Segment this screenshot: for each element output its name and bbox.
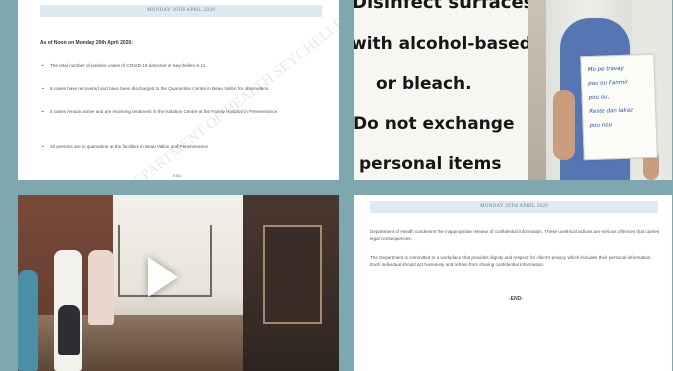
person-figure-2-skirt: [58, 305, 80, 355]
sign-line-4: Reste dan lakaz: [589, 107, 634, 116]
nurse-photo: Mo pe travay pou ou Fanmir pou ou, Reste…: [528, 0, 672, 180]
handwritten-sign: Mo pe travay pou ou Fanmir pou ou, Reste…: [580, 53, 658, 161]
media-tile-2-photo[interactable]: Disinfect surfaces with alcohol-based or…: [354, 0, 672, 180]
nurse-arm: [553, 90, 575, 160]
sign-line-3: pou ou,: [588, 94, 610, 102]
poster-line-3: or bleach.: [376, 74, 472, 94]
document-bullet-2: 6 cases have recovered and have been dis…: [42, 85, 322, 92]
person-figure-1: [18, 270, 38, 371]
poster-line-1: Disinfect surfaces: [354, 0, 535, 13]
document-footer: -END-: [509, 296, 523, 302]
media-tile-1-document[interactable]: MONDAY 20TH APRIL 2020 As of Noon on Mon…: [18, 0, 339, 180]
poster-line-4: Do not exchange: [354, 114, 515, 134]
person-figure-3: [88, 250, 114, 325]
document-lead: As of Noon on Monday 20th April 2020:: [40, 40, 133, 46]
sign-line-1: Mo pe travay: [587, 65, 624, 74]
sign-line-2: pou ou Fanmir: [588, 79, 629, 88]
shelf: [263, 225, 322, 324]
poster-line-2: with alcohol-based: [354, 34, 532, 54]
document-header-bar: MONDAY 20TH APRIL 2020: [40, 5, 322, 17]
document-paragraph-2: The Department is committed to a workpla…: [370, 255, 652, 267]
document-header-bar: MONDAY 20TH APRIL 2020: [370, 201, 658, 213]
sign-line-5: pou nou: [589, 122, 613, 130]
document-paragraph-1: Department of Health condemns the inappr…: [370, 229, 660, 241]
document-bullet-3: 5 cases remain active and are receiving …: [42, 108, 322, 115]
document-footer: END: [173, 173, 182, 178]
watermark-text: DEPARTMENT OF HEALTH SEYCHELLES: [122, 10, 339, 180]
covid-poster: Disinfect surfaces with alcohol-based or…: [354, 0, 534, 180]
door-frame: [528, 0, 546, 180]
media-tile-3-video[interactable]: [18, 195, 339, 371]
poster-line-5: personal items: [359, 154, 502, 174]
media-tile-4-document[interactable]: MONDAY 20TH APRIL 2020 Department of Hea…: [354, 195, 672, 371]
play-icon[interactable]: [148, 257, 178, 297]
